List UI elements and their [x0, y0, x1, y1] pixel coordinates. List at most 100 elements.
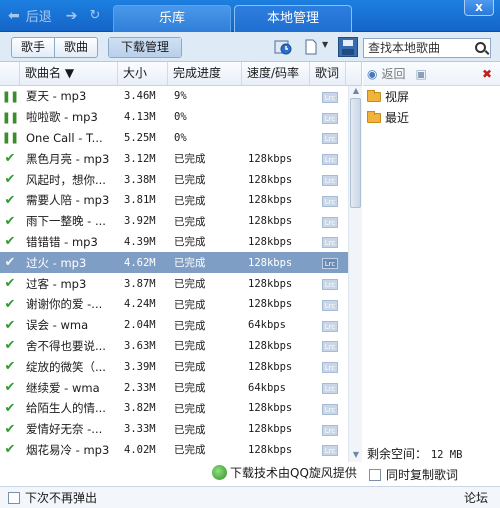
lrc-icon[interactable]: Lrc — [322, 216, 338, 228]
song-size: 3.63M — [124, 339, 156, 352]
tab-local-manage[interactable]: 本地管理 — [234, 5, 352, 32]
tab-library[interactable]: 乐库 — [113, 5, 231, 32]
lyric-cell: Lrc — [310, 443, 346, 457]
lrc-icon[interactable]: Lrc — [322, 362, 338, 374]
lrc-icon[interactable]: Lrc — [322, 299, 338, 311]
check-icon[interactable]: ✔ — [0, 422, 20, 437]
dont-show-checkbox[interactable] — [8, 491, 20, 504]
check-icon[interactable]: ✔ — [0, 401, 20, 416]
lrc-icon[interactable]: Lrc — [322, 279, 338, 291]
lrc-icon[interactable]: Lrc — [322, 383, 338, 395]
folder-item[interactable]: 最近 — [363, 107, 500, 128]
refresh-icon[interactable]: ↻ — [89, 8, 100, 23]
forum-link[interactable]: 论坛 — [464, 489, 488, 506]
song-speed: 128kbps — [248, 215, 293, 228]
lrc-icon[interactable]: Lrc — [322, 175, 338, 187]
back-arrow-icon[interactable]: ⬅ — [8, 8, 20, 24]
clock-icon[interactable] — [274, 39, 292, 55]
check-icon[interactable]: ✔ — [0, 318, 20, 333]
song-button[interactable]: 歌曲 — [54, 38, 97, 57]
table-row[interactable]: ✔ 绽放的微笑（... 3.39M 已完成 128kbps Lrc — [0, 356, 361, 377]
table-row[interactable]: ✔ 过火 - mp3 4.62M 已完成 128kbps Lrc — [0, 252, 361, 274]
check-icon[interactable]: ✔ — [0, 172, 20, 187]
check-icon[interactable]: ✔ — [0, 276, 20, 291]
new-file-icon[interactable] — [303, 39, 321, 55]
table-row[interactable]: ✔ 黑色月亮 - mp3 3.12M 已完成 128kbps Lrc — [0, 148, 361, 169]
check-icon[interactable]: ✔ — [0, 359, 20, 374]
lrc-icon[interactable]: Lrc — [322, 258, 338, 270]
check-icon[interactable]: ✔ — [0, 193, 20, 208]
lrc-icon[interactable]: Lrc — [322, 112, 338, 124]
table-row[interactable]: ✔ 爱情好无奈 -... 3.33M 已完成 128kbps Lrc — [0, 419, 361, 440]
table-row[interactable]: ✔ 给陌生人的情... 3.82M 已完成 128kbps Lrc — [0, 398, 361, 419]
scroll-down-icon[interactable]: ▼ — [351, 450, 361, 460]
check-icon[interactable]: ✔ — [0, 151, 20, 166]
pause-icon[interactable]: ❚❚ — [0, 90, 20, 103]
scroll-up-icon[interactable]: ▲ — [351, 86, 361, 96]
table-row[interactable]: ❚❚ One Call - T... 5.25M 0% Lrc — [0, 128, 361, 149]
save-icon[interactable] — [338, 37, 358, 57]
lrc-icon[interactable]: Lrc — [322, 320, 338, 332]
check-icon[interactable]: ✔ — [0, 255, 20, 270]
table-scrollbar[interactable]: ▲ ▼ — [348, 86, 362, 462]
column-header-size[interactable]: 大小 — [118, 62, 168, 85]
folder-item[interactable]: 视屏 — [363, 86, 500, 107]
lrc-icon[interactable]: Lrc — [322, 195, 338, 207]
check-icon[interactable]: ✔ — [0, 338, 20, 353]
table-row[interactable]: ✔ 继续爱 - wma 2.33M 已完成 64kbps Lrc — [0, 377, 361, 398]
song-speed: 128kbps — [248, 152, 293, 165]
lrc-icon[interactable]: Lrc — [322, 91, 338, 103]
table-row[interactable]: ✔ 过客 - mp3 3.87M 已完成 128kbps Lrc — [0, 273, 361, 294]
check-icon[interactable]: ✔ — [0, 297, 20, 312]
lrc-icon[interactable]: Lrc — [322, 154, 338, 166]
table-row[interactable]: ✔ 烟花易冷 - mp3 4.02M 已完成 128kbps Lrc — [0, 440, 361, 461]
copy-lyrics-option[interactable]: 同时复制歌词 — [369, 466, 458, 483]
lrc-icon[interactable]: Lrc — [322, 133, 338, 145]
check-icon[interactable]: ✔ — [0, 380, 20, 395]
lrc-icon[interactable]: Lrc — [322, 424, 338, 436]
search-icon[interactable] — [475, 42, 486, 53]
download-manage-button[interactable]: 下载管理 — [109, 38, 182, 57]
check-icon[interactable]: ✔ — [0, 234, 20, 249]
table-row[interactable]: ✔ 舍不得也要说... 3.63M 已完成 128kbps Lrc — [0, 336, 361, 357]
table-row[interactable]: ❚❚ 啦啦歌 - mp3 4.13M 0% Lrc — [0, 107, 361, 128]
lrc-icon[interactable]: Lrc — [322, 403, 338, 415]
table-row[interactable]: ✔ 雨下一整晚 - ... 3.92M 已完成 128kbps Lrc — [0, 211, 361, 232]
back-label[interactable]: 后退 — [26, 6, 52, 25]
pause-icon[interactable]: ❚❚ — [0, 111, 20, 124]
pause-icon[interactable]: ❚❚ — [0, 131, 20, 144]
copy-lyrics-checkbox[interactable] — [369, 468, 381, 481]
scroll-thumb[interactable] — [350, 98, 361, 208]
song-size: 5.25M — [124, 131, 156, 144]
close-button[interactable]: x — [464, 0, 494, 16]
lrc-icon[interactable]: Lrc — [322, 237, 338, 249]
search-input[interactable]: 查找本地歌曲 — [363, 38, 491, 58]
column-header-lyric[interactable]: 歌词 — [310, 62, 346, 85]
back-icon[interactable]: ◉ — [367, 67, 377, 81]
column-header-progress[interactable]: 完成进度 — [168, 62, 242, 85]
song-name: 啦啦歌 - mp3 — [26, 110, 98, 125]
table-row[interactable]: ❚❚ 夏天 - mp3 3.46M 9% Lrc — [0, 86, 361, 107]
chevron-down-icon[interactable]: ▼ — [322, 40, 328, 49]
column-header-name[interactable]: 歌曲名 ▼ — [20, 62, 118, 85]
song-size: 3.81M — [124, 194, 156, 207]
lrc-icon[interactable]: Lrc — [322, 341, 338, 353]
check-icon[interactable]: ✔ — [0, 214, 20, 229]
singer-button[interactable]: 歌手 — [12, 38, 54, 57]
lyric-cell: Lrc — [310, 235, 346, 249]
lyric-cell: Lrc — [310, 360, 346, 374]
song-speed: 128kbps — [248, 235, 293, 248]
check-icon[interactable]: ✔ — [0, 442, 20, 457]
lrc-icon[interactable]: Lrc — [322, 445, 338, 457]
table-row[interactable]: ✔ 谢谢你的爱 -... 4.24M 已完成 128kbps Lrc — [0, 294, 361, 315]
table-row[interactable]: ✔ 错错错 - mp3 4.39M 已完成 128kbps Lrc — [0, 232, 361, 253]
panel-close-icon[interactable]: ✖ — [482, 67, 492, 81]
forward-arrow-icon[interactable]: ➔ — [66, 8, 78, 24]
dont-show-option[interactable]: 下次不再弹出 — [8, 489, 97, 506]
folder-icon[interactable]: ▣ — [416, 67, 427, 81]
table-row[interactable]: ✔ 风起时，想你... 3.38M 已完成 128kbps Lrc — [0, 169, 361, 190]
table-row[interactable]: ✔ 需要人陪 - mp3 3.81M 已完成 128kbps Lrc — [0, 190, 361, 211]
column-header-speed[interactable]: 速度/码率 — [242, 62, 310, 85]
folder-back-button[interactable]: 返回 — [381, 65, 405, 82]
table-row[interactable]: ✔ 误会 - wma 2.04M 已完成 64kbps Lrc — [0, 315, 361, 336]
